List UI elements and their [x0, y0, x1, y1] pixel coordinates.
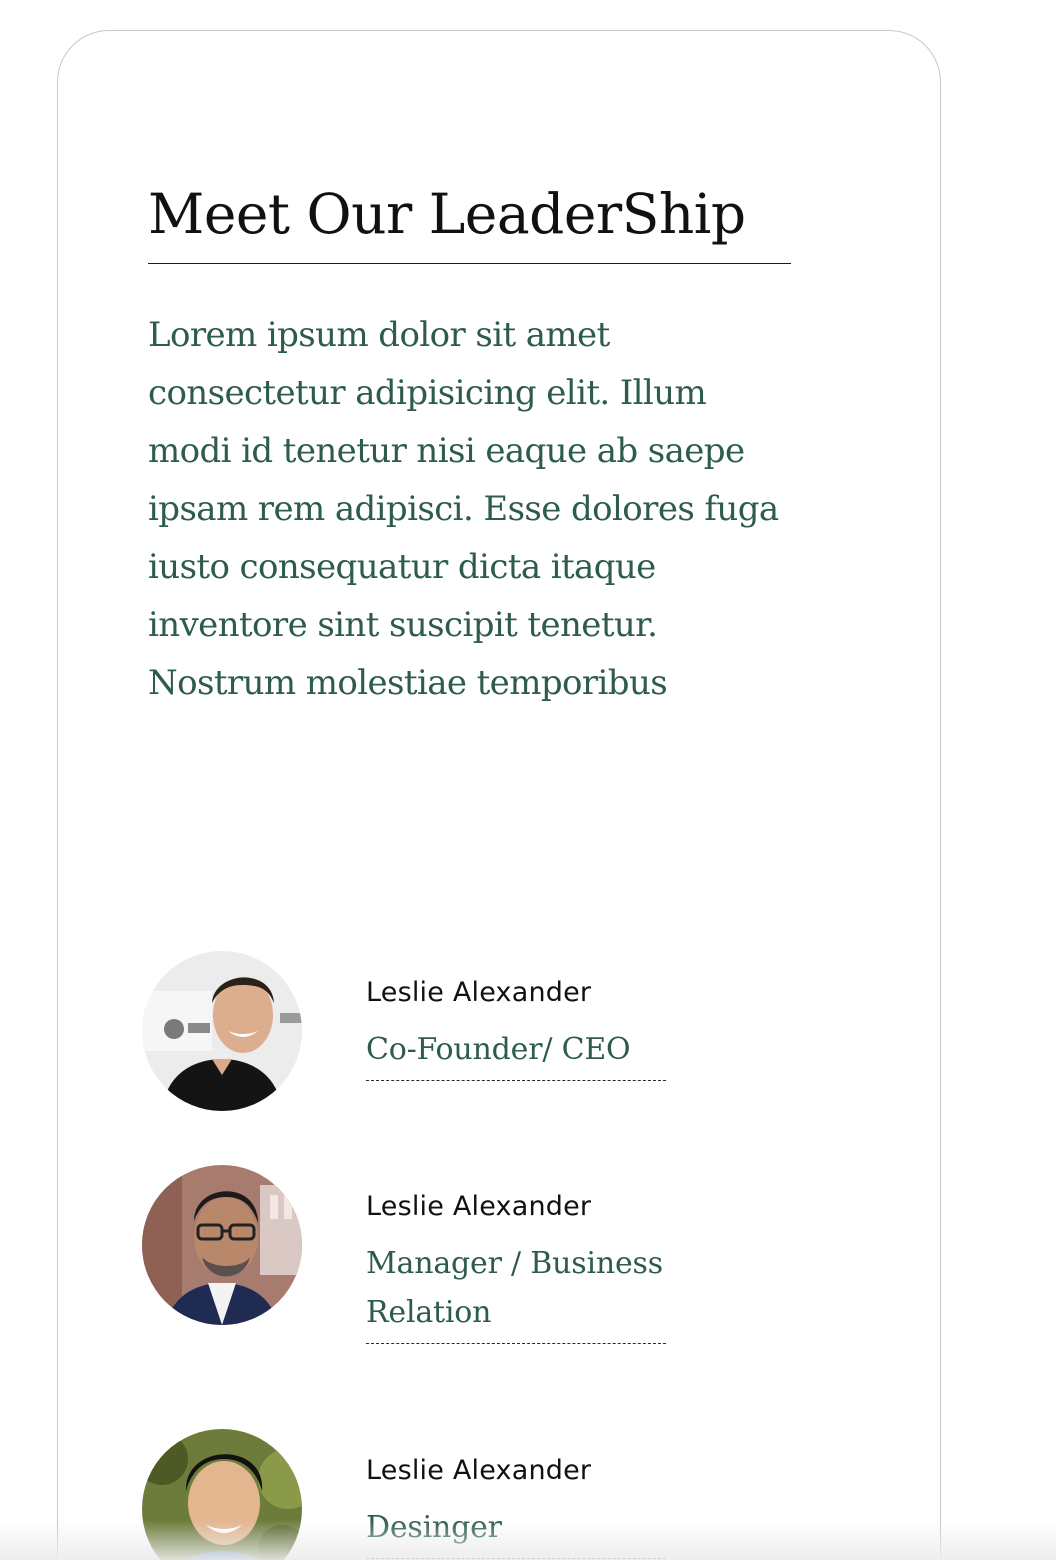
section-heading: Meet Our LeaderShip	[148, 182, 746, 246]
leader-role: Manager / Business Relation	[366, 1239, 666, 1344]
leader-info: Leslie Alexander Desinger	[366, 1453, 666, 1559]
leader-info: Leslie Alexander Manager / Business Rela…	[366, 1189, 666, 1344]
section-intro: Lorem ipsum dolor sit amet consectetur a…	[148, 315, 779, 703]
leader-role: Co-Founder/ CEO	[366, 1025, 666, 1081]
leader-name: Leslie Alexander	[366, 1455, 592, 1486]
leader-name: Leslie Alexander	[366, 977, 592, 1008]
leader-avatar	[142, 1165, 302, 1325]
leader-role: Desinger	[366, 1503, 666, 1559]
leader-avatar	[142, 951, 302, 1111]
heading-underline	[148, 263, 791, 264]
leader-info: Leslie Alexander Co-Founder/ CEO	[366, 975, 666, 1081]
leader-name: Leslie Alexander	[366, 1191, 592, 1222]
